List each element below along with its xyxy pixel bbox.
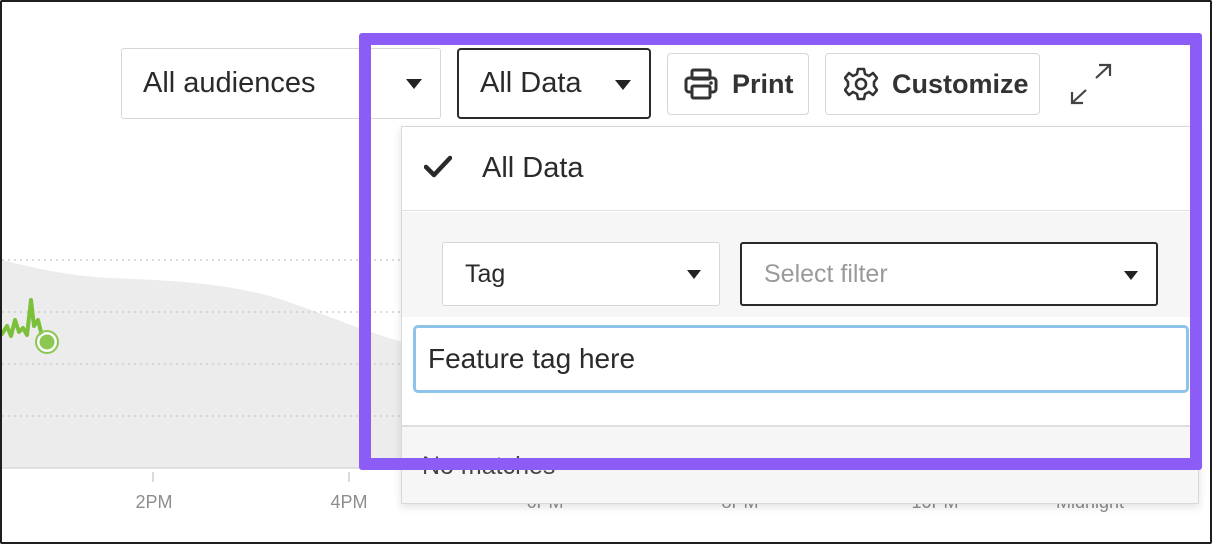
divider: [402, 425, 1198, 427]
x-tick-label: 4PM: [330, 492, 367, 512]
expand-icon: [1070, 63, 1112, 105]
customize-button-label: Customize: [892, 68, 1029, 99]
checkmark-icon: [424, 155, 452, 178]
gear-icon: [844, 67, 878, 101]
filter-type-value: Tag: [465, 259, 506, 288]
print-button[interactable]: Print: [667, 53, 809, 115]
caret-down-icon: [1124, 271, 1138, 280]
customize-button[interactable]: Customize: [825, 53, 1040, 115]
option-all-data-label: All Data: [482, 152, 584, 184]
printer-icon: [684, 68, 718, 100]
filter-value-select[interactable]: Select filter: [740, 242, 1158, 306]
window-frame: 2PM 4PM 6PM 8PM 10PM Midnight All audien…: [0, 0, 1212, 544]
audience-select-value: All audiences: [143, 67, 316, 99]
series-endpoint-marker[interactable]: [37, 332, 57, 352]
caret-down-icon: [406, 79, 422, 89]
no-matches-message: No matches: [422, 452, 556, 480]
audience-select[interactable]: All audiences: [121, 48, 441, 119]
caret-down-icon: [615, 80, 631, 90]
expand-fullscreen-button[interactable]: [1068, 62, 1114, 106]
caret-down-icon: [687, 270, 701, 279]
filter-type-select[interactable]: Tag: [442, 242, 720, 306]
option-all-data[interactable]: All Data: [402, 127, 1198, 211]
data-segment-select[interactable]: All Data: [457, 48, 651, 119]
data-segment-select-value: All Data: [480, 67, 582, 99]
filter-value-placeholder: Select filter: [764, 259, 888, 288]
x-tick-label: 2PM: [135, 492, 172, 512]
tag-search-area: [402, 317, 1198, 427]
tag-search-input[interactable]: [413, 325, 1189, 393]
data-segment-dropdown: All Data Tag Select filter No matches: [401, 126, 1199, 504]
print-button-label: Print: [732, 68, 794, 99]
